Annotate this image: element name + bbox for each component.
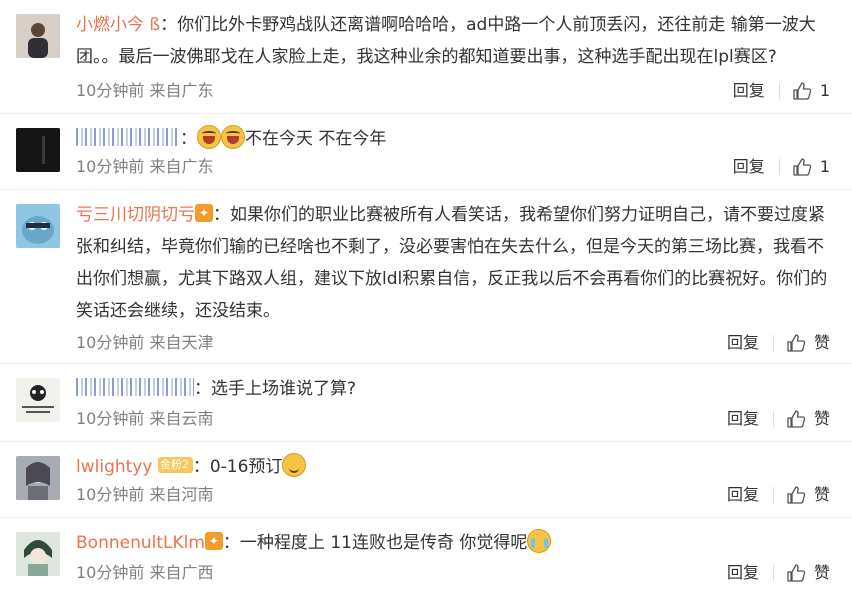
like-count: 1 bbox=[819, 157, 830, 176]
fan-badge: 金粉2 bbox=[157, 457, 193, 473]
comment-meta: 10分钟前 来自广西 bbox=[76, 562, 213, 584]
divider bbox=[772, 411, 774, 427]
avatar[interactable] bbox=[16, 14, 60, 58]
comment-time: 10分钟前 bbox=[76, 157, 145, 176]
comment-time: 10分钟前 bbox=[76, 485, 145, 504]
thumbs-up-icon bbox=[793, 158, 812, 176]
reply-button[interactable]: 回复 bbox=[733, 156, 765, 178]
username[interactable]: 小燃小今 ß bbox=[76, 15, 160, 35]
comment-body: 你们比外卡野鸡战队还离谱啊哈哈哈，ad中路一个人前顶丢闪，还往前走 输第一波大团… bbox=[76, 15, 816, 67]
comment-time: 10分钟前 bbox=[76, 81, 145, 100]
like-button[interactable]: 1 bbox=[792, 156, 830, 178]
comment-body: 选手上场谁说了算? bbox=[211, 379, 357, 399]
like-count: 赞 bbox=[813, 563, 830, 582]
reply-button[interactable]: 回复 bbox=[733, 80, 765, 102]
comment-text: 小燃小今 ß：你们比外卡野鸡战队还离谱啊哈哈哈，ad中路一个人前顶丢闪，还往前走… bbox=[76, 15, 816, 67]
like-count: 赞 bbox=[813, 409, 830, 428]
comment-time: 10分钟前 bbox=[76, 409, 145, 428]
comment-meta: 10分钟前 来自广东 bbox=[76, 156, 213, 178]
comment-location: 来自河南 bbox=[149, 485, 214, 504]
comment-actions: 回复 赞 bbox=[727, 332, 830, 354]
laughing-emoji-icon bbox=[197, 125, 221, 149]
comment-item: lwlightyy 金粉2 ：0-16预订 10分钟前 来自河南 回复 赞 bbox=[0, 442, 852, 518]
comment-text: ：不在今天 不在今年 bbox=[76, 123, 830, 155]
comment-meta: 10分钟前 来自河南 bbox=[76, 484, 213, 506]
comment-time: 10分钟前 bbox=[76, 333, 145, 352]
laughing-emoji-icon bbox=[221, 125, 245, 149]
comment-text: lwlightyy 金粉2 ：0-16预订 bbox=[76, 451, 830, 483]
comment-item: BonnenultLKlm ✦ ：一种程度上 11连败也是传奇 你觉得呢 10分钟前… bbox=[0, 518, 852, 599]
avatar[interactable] bbox=[16, 378, 60, 422]
comment-body: 0-16预订 bbox=[209, 457, 283, 477]
comment-list: 小燃小今 ß：你们比外卡野鸡战队还离谱啊哈哈哈，ad中路一个人前顶丢闪，还往前走… bbox=[0, 0, 852, 599]
avatar[interactable] bbox=[16, 204, 60, 248]
avatar[interactable] bbox=[16, 456, 60, 500]
comment-item: ：不在今天 不在今年 10分钟前 来自广东 回复 1 bbox=[0, 114, 852, 190]
thumbs-up-icon bbox=[793, 82, 812, 100]
thumbs-up-icon bbox=[787, 486, 806, 504]
divider bbox=[778, 159, 780, 175]
comment-actions: 回复 赞 bbox=[727, 408, 830, 430]
reply-button[interactable]: 回复 bbox=[727, 484, 759, 506]
username[interactable] bbox=[76, 378, 194, 396]
reply-button[interactable]: 回复 bbox=[727, 332, 759, 354]
thumbs-up-icon bbox=[787, 564, 806, 582]
comment-meta: 10分钟前 来自广东 bbox=[76, 80, 213, 102]
avatar[interactable] bbox=[16, 532, 60, 576]
like-button[interactable]: 1 bbox=[792, 80, 830, 102]
reply-button[interactable]: 回复 bbox=[727, 408, 759, 430]
comment-time: 10分钟前 bbox=[76, 563, 145, 582]
username[interactable]: BonnenultLKlm bbox=[76, 533, 205, 553]
like-count: 赞 bbox=[813, 333, 830, 352]
vip-icon: ✦ bbox=[195, 204, 213, 222]
comment-item: 小燃小今 ß：你们比外卡野鸡战队还离谱啊哈哈哈，ad中路一个人前顶丢闪，还往前走… bbox=[0, 0, 852, 114]
username[interactable] bbox=[76, 128, 180, 146]
comment-location: 来自广东 bbox=[149, 81, 214, 100]
divider bbox=[778, 83, 780, 99]
comment-text: ：选手上场谁说了算? bbox=[76, 373, 830, 405]
comment-item: 亏三川切阴切亏 ✦ ：如果你们的职业比赛被所有人看笑话，我希望你们努力证明自己，请不… bbox=[0, 190, 852, 364]
like-button[interactable]: 赞 bbox=[786, 408, 830, 430]
crying-emoji-icon bbox=[527, 529, 552, 553]
comment-item: ：选手上场谁说了算? 10分钟前 来自云南 回复 赞 bbox=[0, 364, 852, 442]
comment-location: 来自广东 bbox=[149, 157, 214, 176]
like-count: 1 bbox=[819, 81, 830, 100]
comment-actions: 回复 赞 bbox=[727, 484, 830, 506]
like-button[interactable]: 赞 bbox=[786, 562, 830, 584]
divider bbox=[772, 565, 774, 581]
username[interactable]: lwlightyy bbox=[76, 457, 152, 477]
like-button[interactable]: 赞 bbox=[786, 484, 830, 506]
comment-body: 一种程度上 11连败也是传奇 你觉得呢 bbox=[239, 533, 528, 553]
thumbs-up-icon bbox=[787, 334, 806, 352]
comment-location: 来自天津 bbox=[149, 333, 214, 352]
comment-meta: 10分钟前 来自云南 bbox=[76, 408, 213, 430]
comment-meta: 10分钟前 来自天津 bbox=[76, 332, 213, 354]
comment-actions: 回复 1 bbox=[733, 156, 830, 178]
comment-actions: 回复 赞 bbox=[727, 562, 830, 584]
comment-text: 亏三川切阴切亏 ✦ ：如果你们的职业比赛被所有人看笑话，我希望你们努力证明自己，请不… bbox=[76, 204, 828, 321]
comment-actions: 回复 1 bbox=[733, 80, 830, 102]
comment-location: 来自云南 bbox=[149, 409, 214, 428]
avatar[interactable] bbox=[16, 128, 60, 172]
smile-emoji-icon bbox=[282, 453, 307, 477]
username[interactable]: 亏三川切阴切亏 bbox=[76, 205, 195, 225]
like-button[interactable]: 赞 bbox=[786, 332, 830, 354]
reply-button[interactable]: 回复 bbox=[727, 562, 759, 584]
comment-body: 不在今天 不在今年 bbox=[245, 129, 387, 149]
like-count: 赞 bbox=[813, 485, 830, 504]
comment-location: 来自广西 bbox=[149, 563, 214, 582]
thumbs-up-icon bbox=[787, 410, 806, 428]
divider bbox=[772, 487, 774, 503]
divider bbox=[772, 335, 774, 351]
vip-icon: ✦ bbox=[204, 532, 223, 550]
comment-text: BonnenultLKlm ✦ ：一种程度上 11连败也是传奇 你觉得呢 bbox=[76, 527, 830, 559]
